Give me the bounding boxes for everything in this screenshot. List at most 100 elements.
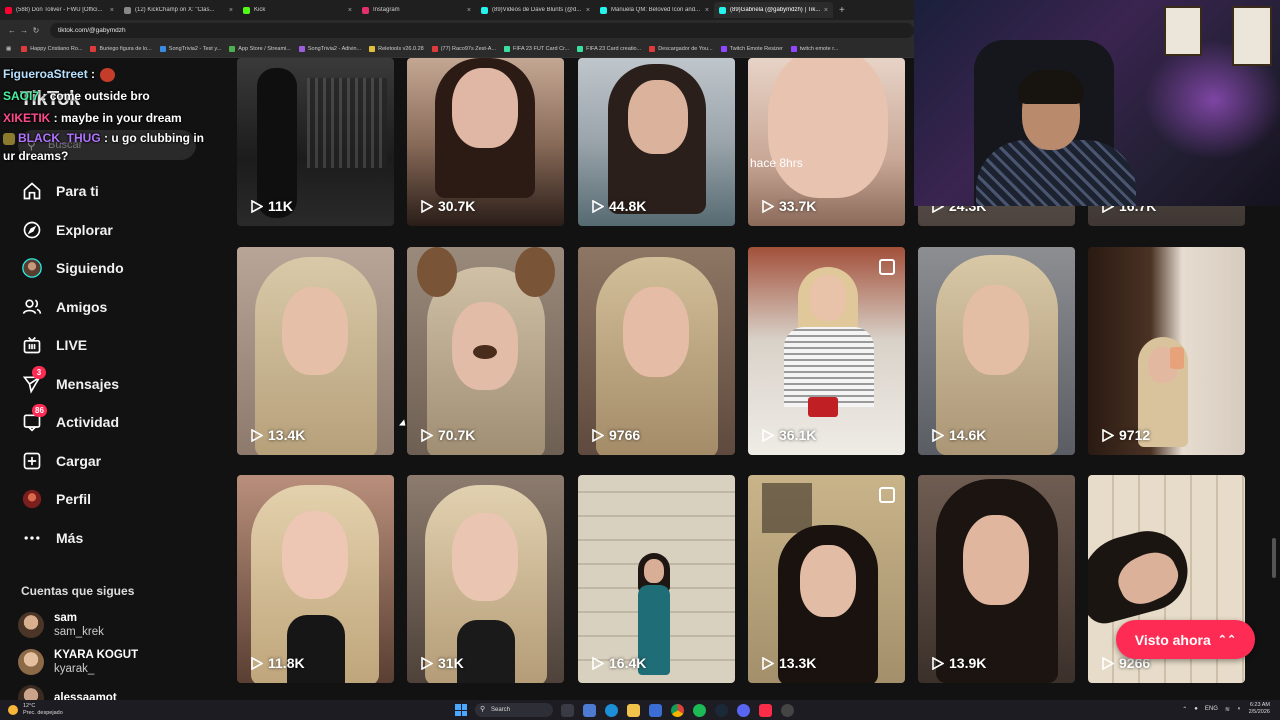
bookmark-item[interactable]: Descargador de You...	[649, 46, 713, 52]
clock[interactable]: 6:23 AM 2/5/2026	[1249, 702, 1270, 716]
play-icon	[762, 199, 774, 213]
video-card[interactable]: 13.9K	[918, 475, 1075, 683]
clock-date: 2/5/2026	[1248, 709, 1270, 715]
bookmark-item[interactable]: (77) Raco97s Zest-A...	[431, 46, 496, 52]
bookmark-item[interactable]: FIFA 23 FUT Card Cr...	[504, 46, 569, 52]
widgets-icon[interactable]	[583, 703, 596, 717]
tab-favicon	[124, 6, 131, 14]
bookmark-item[interactable]: FIFA 23 Card creatio...	[577, 46, 641, 52]
reload-icon[interactable]: ↻	[30, 26, 42, 35]
video-card[interactable]: 13.3K	[748, 475, 905, 683]
video-card[interactable]: hace 8hrs 33.7K	[748, 58, 905, 226]
close-tab-icon[interactable]: ×	[229, 7, 233, 14]
video-card[interactable]: 31K	[407, 475, 564, 683]
video-card[interactable]: 16.4K	[578, 475, 735, 683]
language-indicator[interactable]: ENG	[1205, 706, 1218, 712]
chat-message: FigueroaStreet :	[3, 63, 208, 85]
bookmark-item[interactable]: twitch emote r...	[790, 46, 838, 52]
browser-tab[interactable]: Instagram ×	[357, 2, 476, 18]
nav-live[interactable]: LIVE	[20, 333, 87, 357]
nav-cargar[interactable]: Cargar	[20, 449, 101, 473]
bookmarks-bar: ▦ Happy Cristiano Ro... Buriego figura d…	[0, 41, 914, 58]
weather-widget[interactable]: 12°C Prec. despejado	[8, 703, 63, 717]
apps-grid-icon[interactable]: ▦	[6, 46, 11, 52]
video-card[interactable]: 30.7K	[407, 58, 564, 226]
weather-sun-icon	[8, 705, 18, 715]
wifi-icon[interactable]: ≋	[1225, 706, 1230, 713]
close-tab-icon[interactable]: ×	[110, 7, 114, 14]
nav-mensajes[interactable]: 3 Mensajes	[20, 366, 119, 396]
nav-actividad[interactable]: 86 Actividad	[20, 404, 119, 434]
following-account[interactable]: KYARA KOGUT kyarak_	[18, 648, 138, 676]
back-icon[interactable]: ←	[6, 26, 18, 35]
nav-para-ti[interactable]: Para ti	[20, 179, 99, 203]
browser-tab[interactable]: (12) KickChamp on X: "Clas... ×	[119, 2, 238, 18]
chrome-icon[interactable]	[671, 703, 684, 717]
video-card[interactable]: 11K	[237, 58, 394, 226]
close-tab-icon[interactable]: ×	[586, 7, 590, 14]
following-account[interactable]: sam sam_krek	[18, 611, 104, 639]
nav-amigos[interactable]: Amigos	[20, 295, 107, 319]
video-card[interactable]: 14.6K	[918, 247, 1075, 455]
chevron-up-icon[interactable]: ⌃	[1182, 706, 1187, 713]
taskbar-search[interactable]: ⚲ Search	[475, 703, 553, 717]
views-label: 70.7K	[438, 427, 476, 443]
watched-now-button[interactable]: Visto ahora ⌃⌃	[1116, 620, 1255, 659]
bookmark-item[interactable]: SongTrivia2 - Adivin...	[298, 46, 361, 52]
view-count: 16.4K	[592, 655, 646, 671]
play-icon	[932, 428, 944, 442]
volume-icon[interactable]: ◖	[1237, 706, 1241, 712]
music-icon[interactable]	[759, 703, 772, 717]
browser-tab[interactable]: (89)Videos de Dave Blunts (@d... ×	[476, 2, 595, 18]
view-count: 9766	[592, 427, 640, 443]
mic-icon[interactable]: ●	[1194, 706, 1198, 712]
video-card[interactable]: 70.7K	[407, 247, 564, 455]
bookmark-item[interactable]: App Store / Streami...	[229, 46, 291, 52]
bookmark-item[interactable]: Twitch Emote Resizer	[720, 46, 783, 52]
scrollbar-thumb[interactable]	[1272, 538, 1276, 578]
bookmark-favicon	[21, 46, 28, 52]
edge-icon[interactable]	[605, 703, 618, 717]
video-card[interactable]: 11.8K	[237, 475, 394, 683]
tab-title: (12) KickChamp on X: "Clas...	[135, 7, 215, 13]
explorer-folder-icon[interactable]	[627, 703, 640, 717]
nav-mas[interactable]: Más	[20, 526, 83, 550]
bookmark-label: Buriego figura de lo...	[99, 46, 152, 52]
browser-tab[interactable]: Manuela QM: Beloved Icon and... ×	[595, 2, 714, 18]
new-tab-button[interactable]: +	[839, 5, 845, 16]
view-count: 13.4K	[251, 427, 305, 443]
windows-start-icon[interactable]	[455, 704, 467, 716]
close-tab-icon[interactable]: ×	[467, 7, 471, 14]
video-card[interactable]: 44.8K	[578, 58, 735, 226]
play-icon	[421, 199, 433, 213]
video-card[interactable]: 36.1K	[748, 247, 905, 455]
discord-icon[interactable]	[737, 703, 750, 717]
live-tv-icon	[20, 333, 44, 357]
video-card[interactable]: 9766	[578, 247, 735, 455]
bookmark-item[interactable]: Reletools v26.0.28	[369, 46, 424, 52]
browser-tab[interactable]: Kick ×	[238, 2, 357, 18]
video-card[interactable]: 13.4K	[237, 247, 394, 455]
close-tab-icon[interactable]: ×	[705, 7, 709, 14]
obs-icon[interactable]	[781, 703, 794, 717]
taskview-icon[interactable]	[561, 703, 574, 717]
nav-siguiendo[interactable]: Siguiendo	[20, 256, 124, 280]
forward-icon[interactable]: →	[18, 26, 30, 35]
chat-username: FigueroaStreet	[3, 67, 88, 81]
browser-tab-active[interactable]: (89)Gabriela (@gabymdzh) | Tik... ×	[714, 2, 833, 18]
following-account[interactable]: alessaamot	[18, 685, 117, 700]
nav-explorar[interactable]: Explorar	[20, 218, 113, 242]
steam-icon[interactable]	[715, 703, 728, 717]
views-label: 31K	[438, 655, 464, 671]
video-card[interactable]: 9712	[1088, 247, 1245, 455]
url-field[interactable]: tiktok.com/@gabymdzh	[50, 23, 914, 38]
close-tab-icon[interactable]: ×	[824, 7, 828, 14]
bookmark-item[interactable]: Happy Cristiano Ro...	[21, 46, 82, 52]
bookmark-item[interactable]: Buriego figura de lo...	[90, 46, 152, 52]
nav-perfil[interactable]: Perfil	[20, 487, 91, 511]
browser-tab[interactable]: (588) Don Toliver - FWU [Offici... ×	[0, 2, 119, 18]
spotify-icon[interactable]	[693, 703, 706, 717]
bookmark-item[interactable]: SongTrivia2 - Test y...	[159, 46, 221, 52]
close-tab-icon[interactable]: ×	[348, 7, 352, 14]
store-icon[interactable]	[649, 703, 662, 717]
